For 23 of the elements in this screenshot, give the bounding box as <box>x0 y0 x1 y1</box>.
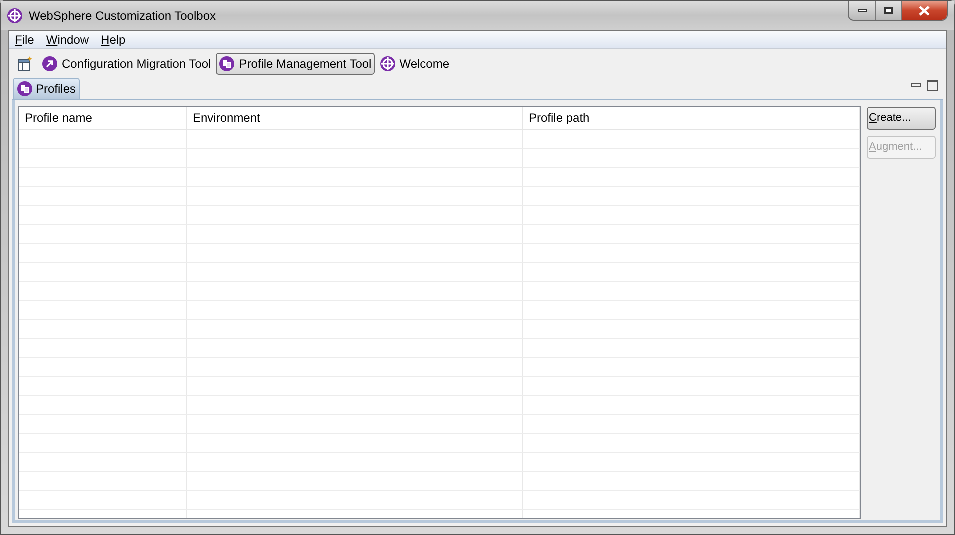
window-title: WebSphere Customization Toolbox <box>29 8 216 24</box>
action-button[interactable]: Create... <box>867 107 936 130</box>
column-header[interactable]: Profile path <box>523 107 860 129</box>
menu-item[interactable]: Window <box>42 30 94 48</box>
app-icon <box>7 8 23 24</box>
profile-icon <box>17 81 33 97</box>
maximize-button[interactable] <box>876 1 902 20</box>
toolbar-button[interactable]: Configuration Migration Tool <box>39 53 214 75</box>
close-icon <box>919 6 930 16</box>
close-button[interactable] <box>902 1 947 20</box>
view-tab[interactable]: Profiles <box>13 78 80 99</box>
minimize-button[interactable] <box>849 1 876 20</box>
toolbar-button[interactable]: Profile Management Tool <box>216 53 375 75</box>
column-header[interactable]: Environment <box>187 107 523 129</box>
menu-item[interactable]: Help <box>97 30 130 48</box>
globe-icon <box>380 56 396 72</box>
minimize-view-icon[interactable] <box>911 83 921 87</box>
toolbar-button[interactable]: Welcome <box>376 53 453 75</box>
maximize-view-icon[interactable] <box>927 80 938 91</box>
profile-icon <box>219 56 236 72</box>
column-header[interactable]: Profile name <box>19 107 187 129</box>
new-window-icon[interactable] <box>17 56 33 72</box>
menu-item[interactable]: File <box>11 30 38 48</box>
